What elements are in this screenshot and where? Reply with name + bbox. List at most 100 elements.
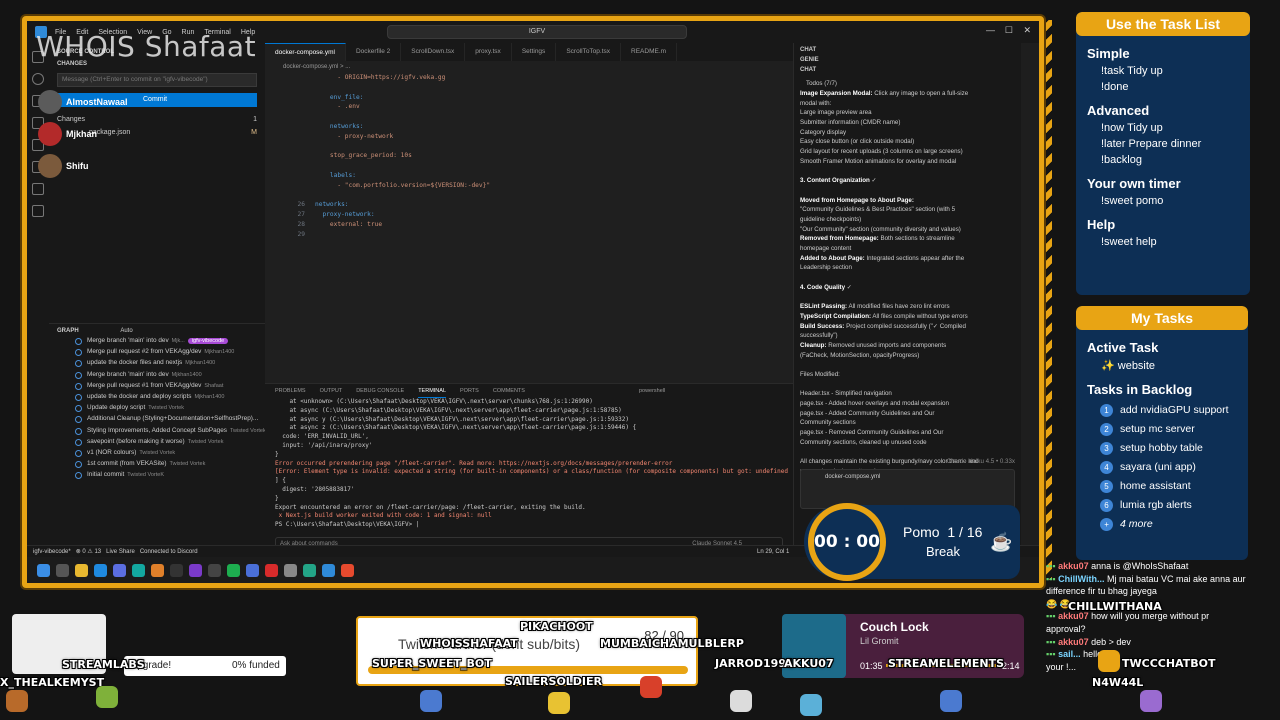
streamer-name-overlay: WHOIS Shafaat	[36, 30, 257, 63]
backlog-item: 6 lumia rgb alerts	[1076, 496, 1248, 515]
editor-tab[interactable]: README.m	[621, 43, 678, 61]
notepad-icon[interactable]	[284, 563, 297, 577]
editor-tab[interactable]: ScrollDown.tsx	[401, 43, 466, 61]
pokemon-sprite	[6, 690, 28, 712]
commit-message: v1 (NOR colours)	[87, 448, 137, 456]
line-number: 28	[297, 220, 305, 228]
terminal-output[interactable]: at <unknown> (C:\Users\Shafaat\Desktop\V…	[265, 398, 793, 530]
code-view[interactable]: - ORIGIN=https://igfv.veka.gg env_file: …	[265, 73, 793, 373]
chat-line: Category display	[800, 128, 1015, 138]
edge-icon[interactable]	[132, 563, 145, 577]
git-graph-icon[interactable]	[32, 205, 44, 217]
chat-line-bold: Build Success:	[800, 322, 845, 330]
files-icon[interactable]	[75, 563, 88, 577]
editor-tab[interactable]: ScrollToTop.tsx	[556, 43, 622, 61]
graph-commit[interactable]: Update deploy script Twisted Vortek	[49, 402, 265, 413]
panel-tab[interactable]: COMMENTS	[493, 384, 525, 398]
graph-commit[interactable]: Merge pull request #2 from VEKAgg/dev Mjk…	[49, 346, 265, 357]
docker-icon[interactable]	[32, 183, 44, 195]
line-text: stop_grace_period: 10s	[315, 152, 412, 160]
song-duration: 2:14	[1002, 661, 1020, 671]
terminal-line: code: 'ERR_INVALID_URL',	[275, 433, 369, 441]
graph-commit[interactable]: Merge branch 'main' into dev Mjk... igfv-v…	[49, 335, 265, 346]
start-icon[interactable]	[37, 563, 50, 577]
media-icon[interactable]	[227, 563, 240, 577]
chat-attachment[interactable]: docker-compose.yml	[825, 474, 880, 480]
chat-line-text: Files Modified:	[800, 370, 840, 378]
chat-line-text: ✓	[869, 177, 877, 185]
editor-tab[interactable]: proxy.tsx	[465, 43, 512, 61]
status-branch[interactable]: igfv-vibecode*	[33, 549, 71, 555]
panel-tab[interactable]: OUTPUT	[320, 384, 343, 398]
viewer-name: AlmostNawaal	[66, 97, 128, 107]
chat-line: Grid layout for recent uploads (3 column…	[800, 147, 1015, 157]
task-text: setup hobby table	[1120, 442, 1203, 454]
store-icon[interactable]	[94, 563, 107, 577]
chat-line: Image Expansion Modal: Click any image t…	[800, 89, 1015, 99]
graph-commit[interactable]: Merge branch 'main' into dev Mjkhan1400	[49, 369, 265, 380]
line-text: env_file:	[315, 93, 364, 101]
maximize-icon[interactable]: ☐	[1005, 25, 1013, 36]
badge-icons: ▪▪▪	[1046, 561, 1059, 571]
editor-tab[interactable]: docker-compose.yml	[265, 43, 346, 61]
terminal-shell[interactable]: powershell	[639, 384, 665, 398]
graph-commit[interactable]: 1st commit (from VEKASite) Twisted Vortek	[49, 458, 265, 469]
command-search[interactable]: IGFV	[387, 25, 687, 39]
chat-text: Mj mai batau VC mai ake anna aur	[1107, 573, 1246, 584]
chat-line: "Community Guidelines & Best Practices" …	[800, 205, 1015, 215]
editor-tab[interactable]: Settings	[512, 43, 557, 61]
close-icon[interactable]: ✕	[1023, 25, 1031, 36]
terminal-line: at <unknown> (C:\Users\Shafaat\Desktop\V…	[275, 398, 593, 405]
graph-commit[interactable]: v1 (NOR colours) Twisted Vortek	[49, 447, 265, 458]
chat-line-bold: ESLint Passing:	[800, 303, 848, 311]
taskview-icon[interactable]	[56, 563, 69, 577]
editor-tab[interactable]: Dockerfile 2	[346, 43, 402, 61]
chat-input[interactable]: docker-compose.yml	[800, 469, 1015, 509]
steam-icon[interactable]	[208, 563, 221, 577]
commands-panel: Use the Task List Simple !task Tidy up !do…	[1076, 12, 1250, 295]
task-text: lumia rgb alerts	[1120, 499, 1192, 511]
task-number: 6	[1100, 499, 1113, 512]
graph-commit[interactable]: Merge pull request #1 from VEKAgg/dev Sha…	[49, 380, 265, 391]
vscode-taskbar-icon[interactable]	[322, 563, 335, 577]
chat-line-bold: TypeScript Compilation:	[800, 312, 872, 320]
panel-tab[interactable]: DEBUG CONSOLE	[356, 384, 404, 398]
status-problems[interactable]: ⊗ 0 ⚠ 13	[76, 549, 101, 555]
graph-commit[interactable]: update the docker and deploy scripts Mjkh…	[49, 391, 265, 402]
panel-tab[interactable]: PROBLEMS	[275, 384, 306, 398]
chrome-icon[interactable]	[341, 563, 354, 577]
chat-line-bold: Cleanup:	[800, 341, 827, 349]
search-icon[interactable]	[32, 73, 44, 85]
graph-commit[interactable]: Initial commit Twisted VorteK	[49, 469, 265, 480]
minimize-icon[interactable]: —	[986, 25, 995, 35]
status-liveshare[interactable]: Live Share	[106, 549, 135, 555]
discord-icon[interactable]	[113, 563, 126, 577]
commit-message: update the docker files and nextjs	[87, 359, 183, 367]
line-text: - .env	[315, 103, 360, 111]
graph-commit[interactable]: Additional Cleanup (Styling+Documentatio…	[49, 413, 265, 424]
firefox-icon[interactable]	[151, 563, 164, 577]
chat-user: ChillWith...	[1058, 573, 1105, 584]
graph-commit[interactable]: update the docker files and nextjs Mjkhan…	[49, 357, 265, 368]
todos-summary[interactable]: Todos (7/7)	[806, 79, 837, 89]
panel-tab[interactable]: TERMINAL	[418, 384, 446, 398]
badge-icons: ▪▪▪	[1046, 611, 1059, 622]
commit-message-input[interactable]: Message (Ctrl+Enter to commit on "igfv-v…	[57, 73, 257, 87]
twitch-icon[interactable]	[189, 563, 202, 577]
panel-tab[interactable]: PORTS	[460, 384, 479, 398]
line-text: external: true	[315, 220, 383, 228]
chatgpt-icon[interactable]	[303, 563, 316, 577]
obs-icon[interactable]	[170, 563, 183, 577]
graph-commit[interactable]: savepoint (before making it worse) Twiste…	[49, 436, 265, 447]
chat-sub: CHAT	[800, 67, 817, 73]
commit-message: Merge branch 'main' into dev	[87, 337, 169, 344]
chat-line	[800, 167, 1015, 177]
viewer-avatar	[38, 154, 62, 178]
chat-line-text: ✓	[845, 283, 852, 291]
app-icon[interactable]	[246, 563, 259, 577]
acrobat-icon[interactable]	[265, 563, 278, 577]
chat-line-text: Category display	[800, 128, 847, 136]
graph-commit[interactable]: Styling Improvements, Added Concept SubP…	[49, 425, 265, 436]
status-discord[interactable]: Connected to Discord	[140, 549, 198, 555]
